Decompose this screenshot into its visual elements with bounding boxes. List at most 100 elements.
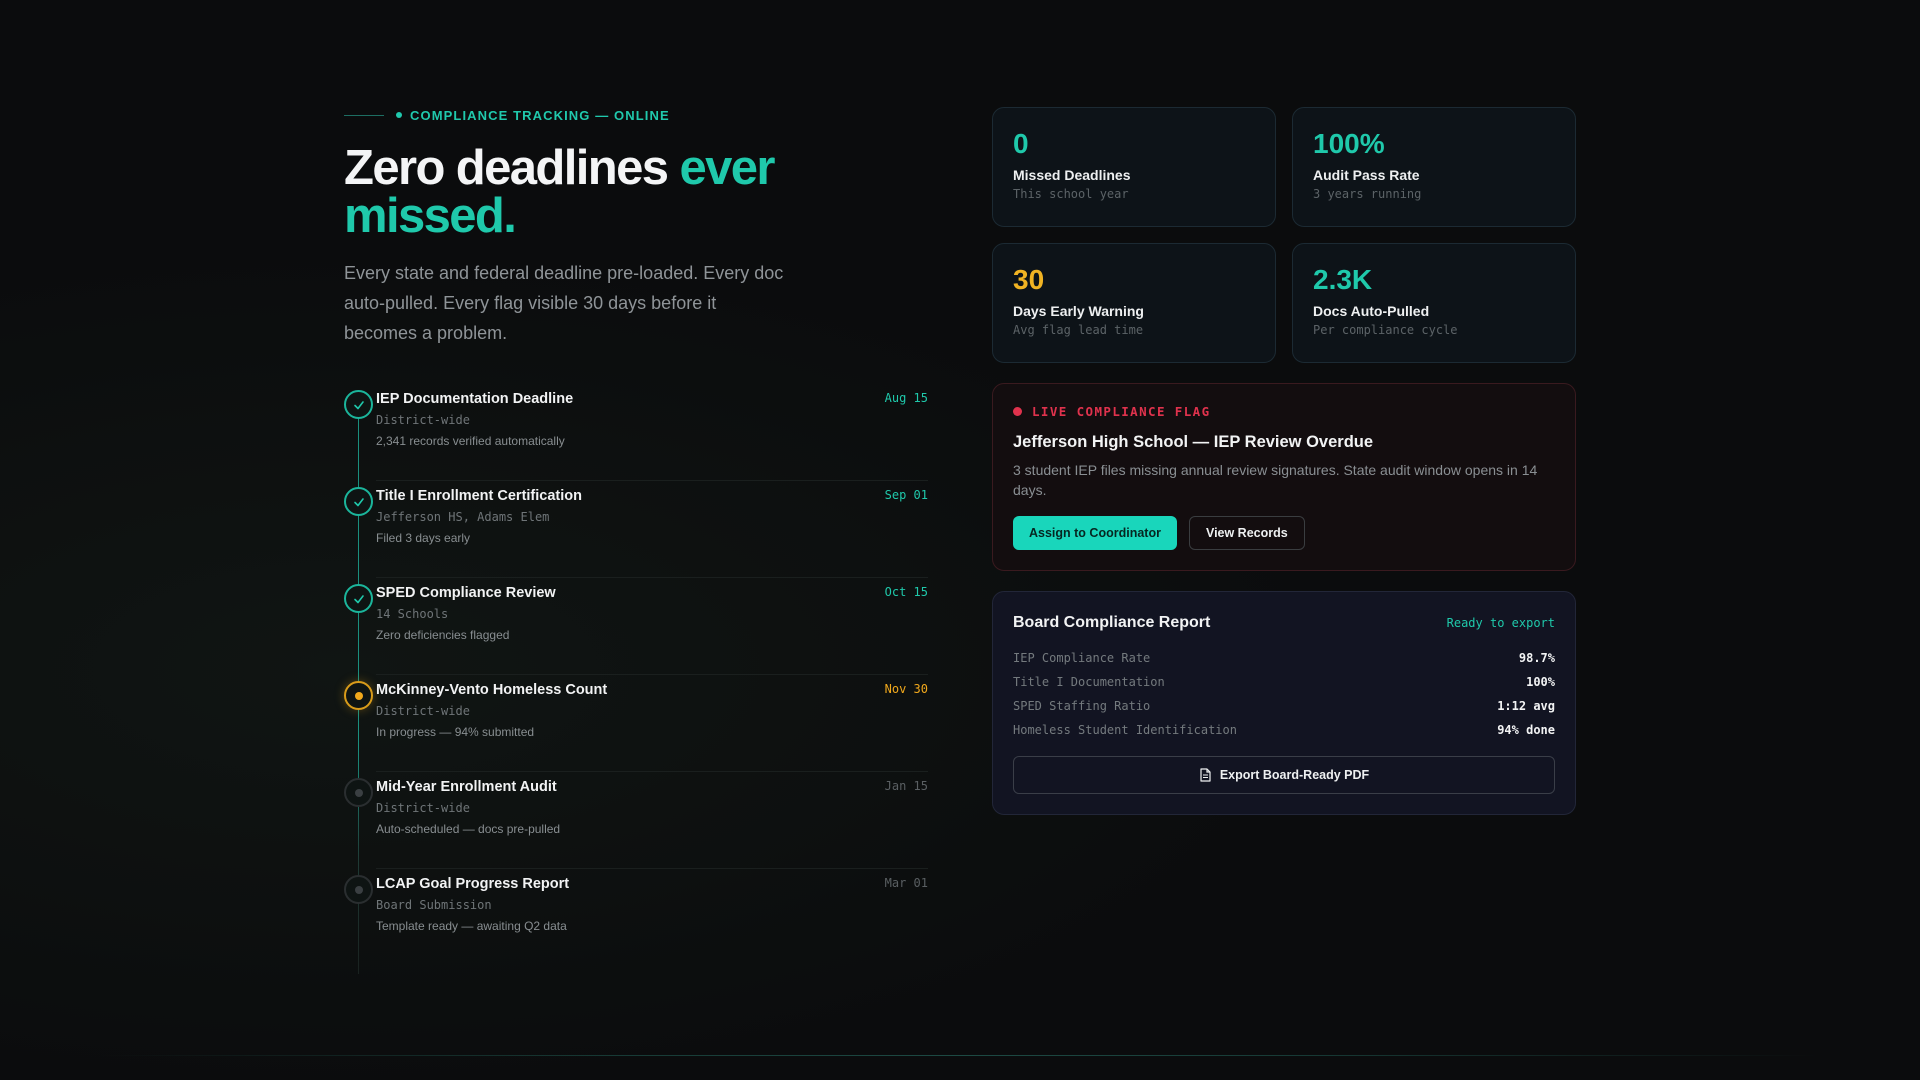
stats-grid: 0 Missed Deadlines This school year 100%… (992, 107, 1576, 363)
stat-caption: 3 years running (1313, 187, 1422, 201)
report-row-value: 94% done (1497, 723, 1555, 737)
stat-label: Days Early Warning (1013, 303, 1144, 319)
footer-rule (100, 1055, 1820, 1056)
timeline-item-date: Mar 01 (884, 876, 928, 890)
stat-value: 30 (1013, 264, 1045, 295)
flag-actions: Assign to Coordinator View Records (1013, 516, 1555, 550)
dot-icon (354, 788, 363, 797)
timeline-item-body: IEP Documentation Deadline District-wide… (376, 391, 928, 448)
timeline-item-body: SPED Compliance Review 14 Schools Zero d… (376, 585, 928, 642)
timeline-item-scope: District-wide (376, 801, 470, 815)
report-row: Homeless Student Identification 94% done (1013, 718, 1555, 742)
timeline-item-body: LCAP Goal Progress Report Board Submissi… (376, 876, 928, 933)
report-row: Title I Documentation 100% (1013, 670, 1555, 694)
timeline-item-note: Zero deficiencies flagged (376, 628, 510, 642)
check-icon (344, 487, 373, 516)
deadline-timeline: IEP Documentation Deadline District-wide… (344, 384, 928, 974)
timeline-item-title: Mid-Year Enrollment Audit (376, 779, 557, 795)
headline: Zero deadlines ever missed. (344, 141, 824, 243)
timeline-item[interactable]: Title I Enrollment Certification Jeffers… (344, 481, 928, 578)
assign-to-coordinator-button[interactable]: Assign to Coordinator (1013, 516, 1177, 550)
timeline-item-note: In progress — 94% submitted (376, 725, 535, 739)
timeline-item-note: 2,341 records verified automatically (376, 434, 565, 448)
timeline-item[interactable]: IEP Documentation Deadline District-wide… (344, 384, 928, 481)
timeline-item-scope: District-wide (376, 704, 470, 718)
headline-accent1: ever (679, 141, 775, 195)
timeline-item-date: Jan 15 (884, 779, 928, 793)
eyebrow: COMPLIANCE TRACKING — ONLINE (344, 104, 928, 126)
timeline-item-date: Oct 15 (884, 585, 928, 599)
upcoming-dot-icon (344, 778, 373, 807)
report-row-label: Title I Documentation (1013, 675, 1165, 689)
upcoming-dot-icon (344, 875, 373, 904)
stat-card-audit-pass-rate: 100% Audit Pass Rate 3 years running (1292, 107, 1576, 227)
check-icon (344, 584, 373, 613)
report-row-value: 98.7% (1518, 651, 1555, 665)
view-records-button[interactable]: View Records (1188, 516, 1305, 550)
online-status-dot (396, 112, 402, 118)
live-compliance-flag-card: LIVE COMPLIANCE FLAG Jefferson High Scho… (992, 383, 1576, 571)
stat-value: 100% (1313, 128, 1385, 159)
stat-label: Docs Auto-Pulled (1313, 303, 1430, 319)
timeline-item-scope: 14 Schools (376, 607, 449, 621)
timeline-item-body: Mid-Year Enrollment Audit District-wide … (376, 779, 928, 836)
stat-card-missed-deadlines: 0 Missed Deadlines This school year (992, 107, 1276, 227)
report-header: Board Compliance Report Ready to export (1013, 614, 1555, 632)
left-column: COMPLIANCE TRACKING — ONLINE Zero deadli… (344, 104, 928, 974)
export-pdf-button[interactable]: Export Board-Ready PDF (1013, 756, 1555, 794)
timeline-item-body: McKinney-Vento Homeless Count District-w… (376, 682, 928, 739)
timeline-item-note: Template ready — awaiting Q2 data (376, 919, 567, 933)
timeline-item[interactable]: McKinney-Vento Homeless Count District-w… (344, 675, 928, 772)
report-rows: IEP Compliance Rate 98.7% Title I Docume… (1013, 646, 1555, 742)
flag-title: Jefferson High School — IEP Review Overd… (1013, 433, 1374, 451)
dot-icon (354, 691, 363, 700)
timeline-item[interactable]: SPED Compliance Review 14 Schools Zero d… (344, 578, 928, 675)
timeline-item-date: Nov 30 (884, 682, 928, 696)
stat-label: Audit Pass Rate (1313, 167, 1420, 183)
timeline-item-title: Title I Enrollment Certification (376, 488, 582, 504)
page: COMPLIANCE TRACKING — ONLINE Zero deadli… (0, 0, 1920, 1080)
report-row: IEP Compliance Rate 98.7% (1013, 646, 1555, 670)
timeline-item-title: SPED Compliance Review (376, 585, 556, 601)
report-row-label: IEP Compliance Rate (1013, 651, 1151, 665)
stat-card-docs-auto-pulled: 2.3K Docs Auto-Pulled Per compliance cyc… (1292, 243, 1576, 363)
timeline-item-scope: Jefferson HS, Adams Elem (376, 510, 550, 524)
stat-value: 0 (1013, 128, 1029, 159)
stat-caption: This school year (1013, 187, 1129, 201)
report-title: Board Compliance Report (1013, 614, 1211, 631)
in-progress-dot-icon (344, 681, 373, 710)
stat-card-early-warning: 30 Days Early Warning Avg flag lead time (992, 243, 1276, 363)
flag-description: 3 student IEP files missing annual revie… (1013, 462, 1538, 498)
report-row-label: Homeless Student Identification (1013, 723, 1237, 737)
flag-header: LIVE COMPLIANCE FLAG (1013, 404, 1555, 419)
board-compliance-report-card: Board Compliance Report Ready to export … (992, 591, 1576, 815)
export-pdf-label: Export Board-Ready PDF (1219, 768, 1370, 782)
eyebrow-rule (344, 114, 384, 116)
timeline-item-date: Aug 15 (884, 391, 928, 405)
check-icon (344, 390, 373, 419)
headline-accent2: missed. (344, 189, 517, 243)
timeline-item-title: McKinney-Vento Homeless Count (376, 682, 608, 698)
timeline-item-scope: District-wide (376, 413, 470, 427)
timeline-item-body: Title I Enrollment Certification Jeffers… (376, 488, 928, 545)
stat-label: Missed Deadlines (1013, 167, 1131, 183)
report-row: SPED Staffing Ratio 1:12 avg (1013, 694, 1555, 718)
stat-caption: Avg flag lead time (1013, 323, 1144, 337)
report-row-value: 1:12 avg (1497, 699, 1555, 713)
timeline-item[interactable]: LCAP Goal Progress Report Board Submissi… (344, 869, 928, 966)
flag-tag: LIVE COMPLIANCE FLAG (1032, 404, 1211, 419)
timeline-item-note: Auto-scheduled — docs pre-pulled (376, 822, 561, 836)
lede-paragraph: Every state and federal deadline pre-loa… (344, 263, 784, 343)
document-icon (1200, 768, 1211, 782)
dot-icon (354, 885, 363, 894)
alert-dot-icon (1013, 407, 1022, 416)
headline-part1: Zero deadlines (344, 141, 680, 195)
timeline-item-title: LCAP Goal Progress Report (376, 876, 570, 892)
report-row-value: 100% (1526, 675, 1555, 689)
right-column: 0 Missed Deadlines This school year 100%… (992, 107, 1576, 815)
timeline-item[interactable]: Mid-Year Enrollment Audit District-wide … (344, 772, 928, 869)
report-status: Ready to export (1446, 616, 1555, 630)
eyebrow-text: COMPLIANCE TRACKING — ONLINE (410, 107, 670, 123)
timeline-item-date: Sep 01 (884, 488, 928, 502)
timeline-item-scope: Board Submission (376, 898, 492, 912)
